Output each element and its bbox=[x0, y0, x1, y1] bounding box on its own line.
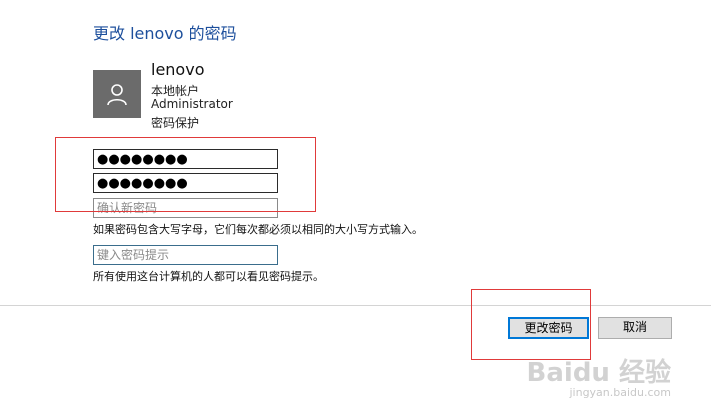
watermark-logo: Baidu 经验 bbox=[526, 358, 671, 388]
page-title: 更改 lenovo 的密码 bbox=[93, 24, 237, 43]
baidu-watermark: Baidu 经验 jingyan.baidu.com bbox=[527, 360, 671, 399]
change-password-button[interactable]: 更改密码 bbox=[508, 317, 589, 339]
new-password-value: ●●●●●●●● bbox=[97, 176, 188, 191]
password-protection-label: 密码保护 bbox=[151, 116, 200, 130]
change-password-dialog: 更改 lenovo 的密码 lenovo 本地帐户 Administrator … bbox=[0, 0, 711, 411]
hint-help-text: 所有使用这台计算机的人都可以看见密码提示。 bbox=[93, 270, 324, 283]
cancel-button[interactable]: 取消 bbox=[598, 317, 672, 339]
current-password-field[interactable]: ●●●●●●●● bbox=[93, 149, 278, 169]
watermark-url: jingyan.baidu.com bbox=[569, 386, 671, 399]
new-password-field[interactable]: ●●●●●●●● bbox=[93, 173, 278, 193]
confirm-password-placeholder: 确认新密码 bbox=[97, 201, 158, 215]
confirm-password-field[interactable]: 确认新密码 bbox=[93, 198, 278, 218]
divider bbox=[0, 305, 711, 306]
password-hint-field[interactable]: 键入密码提示 bbox=[93, 245, 278, 265]
case-help-text: 如果密码包含大写字母，它们每次都必须以相同的大小写方式输入。 bbox=[93, 223, 423, 236]
account-role: Administrator bbox=[151, 97, 233, 111]
current-password-value: ●●●●●●●● bbox=[97, 152, 188, 167]
password-hint-placeholder: 键入密码提示 bbox=[97, 248, 170, 262]
user-name: lenovo bbox=[151, 60, 205, 79]
avatar bbox=[93, 70, 141, 118]
user-icon bbox=[107, 84, 127, 106]
